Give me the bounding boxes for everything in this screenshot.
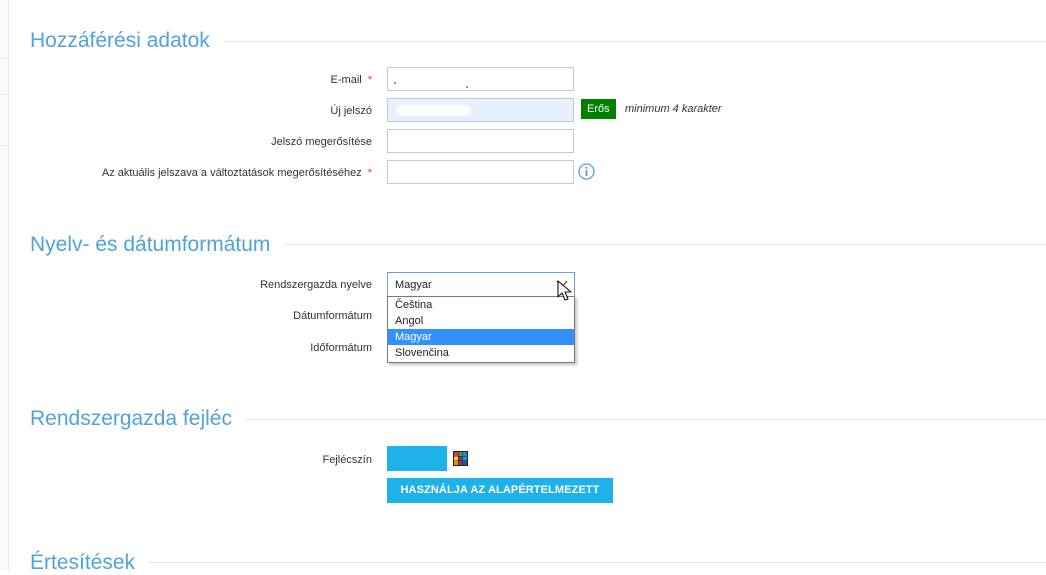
required-mark: * xyxy=(367,74,372,86)
language-option[interactable]: Slovenčina xyxy=(388,345,574,361)
current-password-label-text: Az aktuális jelszava a változtatások meg… xyxy=(101,167,362,179)
header-color-label: Fejlécszín xyxy=(322,454,372,466)
email-field[interactable] xyxy=(387,67,574,91)
section-title-notifications: Értesítések xyxy=(30,551,150,575)
confirm-password-field[interactable] xyxy=(387,129,574,153)
new-password-field[interactable] xyxy=(387,98,574,122)
admin-language-label: Rendszergazda nyelve xyxy=(260,279,372,291)
password-strength-badge: Erős xyxy=(581,99,616,119)
current-password-field[interactable] xyxy=(387,160,574,184)
left-panel-divider xyxy=(0,145,8,146)
mouse-pointer-icon xyxy=(557,280,572,301)
new-password-label: Új jelszó xyxy=(330,105,372,117)
section-title-header: Rendszergazda fejléc xyxy=(30,407,246,431)
masked-password xyxy=(396,105,471,116)
left-panel-edge xyxy=(0,0,9,570)
left-panel-divider xyxy=(0,94,8,95)
use-default-color-button[interactable]: HASZNÁLJA AZ ALAPÉRTELMEZETT SZÍNT xyxy=(387,478,613,521)
current-password-label: Az aktuális jelszava a változtatások meg… xyxy=(102,166,372,180)
language-dropdown-list: Čeština Angol Magyar Slovenčina xyxy=(387,296,575,363)
admin-language-value: Magyar xyxy=(395,279,432,291)
date-format-label: Dátumformátum xyxy=(293,310,372,322)
color-palette-icon[interactable] xyxy=(453,451,468,466)
section-divider xyxy=(30,562,1046,563)
language-option[interactable]: Angol xyxy=(388,313,574,329)
header-color-swatch[interactable] xyxy=(387,446,447,471)
password-hint: minimum 4 karakter xyxy=(625,103,722,115)
section-title-access: Hozzáférési adatok xyxy=(30,29,224,53)
info-icon[interactable] xyxy=(578,163,595,180)
email-label-text: E-mail xyxy=(330,74,362,86)
admin-language-select[interactable]: Magyar xyxy=(387,272,575,297)
section-title-language: Nyelv- és dátumformátum xyxy=(30,233,285,257)
language-option-selected[interactable]: Magyar xyxy=(388,329,574,345)
language-option[interactable]: Čeština xyxy=(388,297,574,313)
redacted-mark xyxy=(466,86,468,88)
redacted-mark xyxy=(394,82,396,84)
email-label: E-mail * xyxy=(331,73,372,87)
time-format-label: Időformátum xyxy=(310,342,372,354)
left-panel-divider xyxy=(0,58,8,59)
confirm-password-label: Jelszó megerősítése xyxy=(271,136,372,148)
required-mark: * xyxy=(367,167,372,179)
